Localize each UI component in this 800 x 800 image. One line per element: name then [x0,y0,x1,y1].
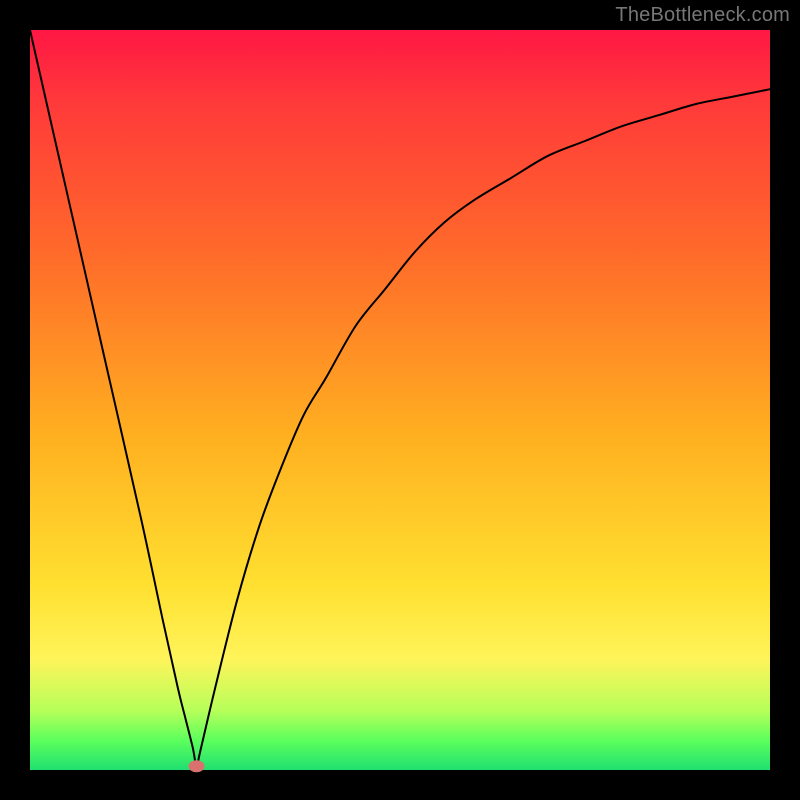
bottleneck-curve [30,30,770,766]
chart-svg [0,0,800,800]
optimum-marker [189,760,205,772]
chart-frame: TheBottleneck.com [0,0,800,800]
attribution-text: TheBottleneck.com [615,4,790,27]
